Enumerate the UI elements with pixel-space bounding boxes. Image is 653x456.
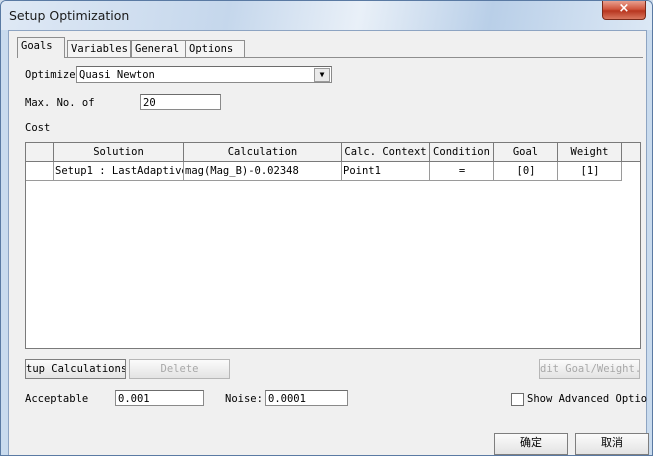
tab-panel-border <box>17 57 643 58</box>
max-iterations-input[interactable]: 20 <box>140 94 221 110</box>
tab-variables[interactable]: Variables <box>67 40 131 58</box>
show-advanced-label[interactable]: Show Advanced Optio <box>527 393 647 405</box>
close-button[interactable]: × <box>602 1 646 20</box>
calc-context-cell[interactable]: Point1 <box>342 162 430 181</box>
window-title: Setup Optimization <box>9 8 130 23</box>
max-iterations-label: Max. No. of <box>25 97 95 109</box>
column-header-marker <box>26 143 54 162</box>
edit-goal-weight-button[interactable]: dit Goal/Weight. <box>539 359 640 379</box>
acceptable-label: Acceptable <box>25 393 89 405</box>
noise-input[interactable]: 0.0001 <box>265 390 348 406</box>
title-bar: Setup Optimization × <box>1 1 652 30</box>
tab-goals[interactable]: Goals <box>17 37 65 58</box>
row-marker-cell[interactable] <box>26 162 54 181</box>
cost-label: Cost <box>25 122 51 134</box>
setup-optimization-dialog: Setup Optimization × Goals Variables Gen… <box>0 0 653 456</box>
solution-cell[interactable]: Setup1 : LastAdaptive <box>54 162 184 181</box>
tab-general[interactable]: General <box>131 40 188 58</box>
condition-cell[interactable]: = <box>430 162 494 181</box>
dialog-client-area: Goals Variables General Options Optimize… <box>8 30 649 455</box>
optimizer-value: Quasi Newton <box>79 69 155 81</box>
column-header-goal[interactable]: Goal <box>494 143 558 162</box>
goal-cell[interactable]: [0] <box>494 162 558 181</box>
cost-table: Solution Calculation Calc. Context Condi… <box>25 142 641 349</box>
noise-label: Noise: <box>225 393 263 405</box>
show-advanced-checkbox[interactable] <box>511 393 524 406</box>
weight-cell[interactable]: [1] <box>558 162 622 181</box>
setup-calculations-button[interactable]: tup Calculations. <box>25 359 126 379</box>
column-header-solution[interactable]: Solution <box>54 143 184 162</box>
delete-button[interactable]: Delete <box>129 359 230 379</box>
close-icon: × <box>618 1 630 16</box>
column-header-weight[interactable]: Weight <box>558 143 622 162</box>
acceptable-input[interactable]: 0.001 <box>115 390 204 406</box>
ok-button[interactable]: 确定 <box>494 433 568 455</box>
column-header-calc-context[interactable]: Calc. Context <box>342 143 430 162</box>
optimizer-select[interactable]: Quasi Newton ▼ <box>76 66 332 83</box>
column-header-filler <box>622 143 640 162</box>
cancel-button[interactable]: 取消 <box>575 433 649 455</box>
calculation-cell[interactable]: mag(Mag_B)-0.02348 <box>184 162 342 181</box>
column-header-calculation[interactable]: Calculation <box>184 143 342 162</box>
tab-options[interactable]: Options <box>185 40 245 58</box>
column-header-condition[interactable]: Condition <box>430 143 494 162</box>
chevron-down-icon[interactable]: ▼ <box>314 68 330 82</box>
optimizer-label: Optimizer <box>25 69 82 81</box>
